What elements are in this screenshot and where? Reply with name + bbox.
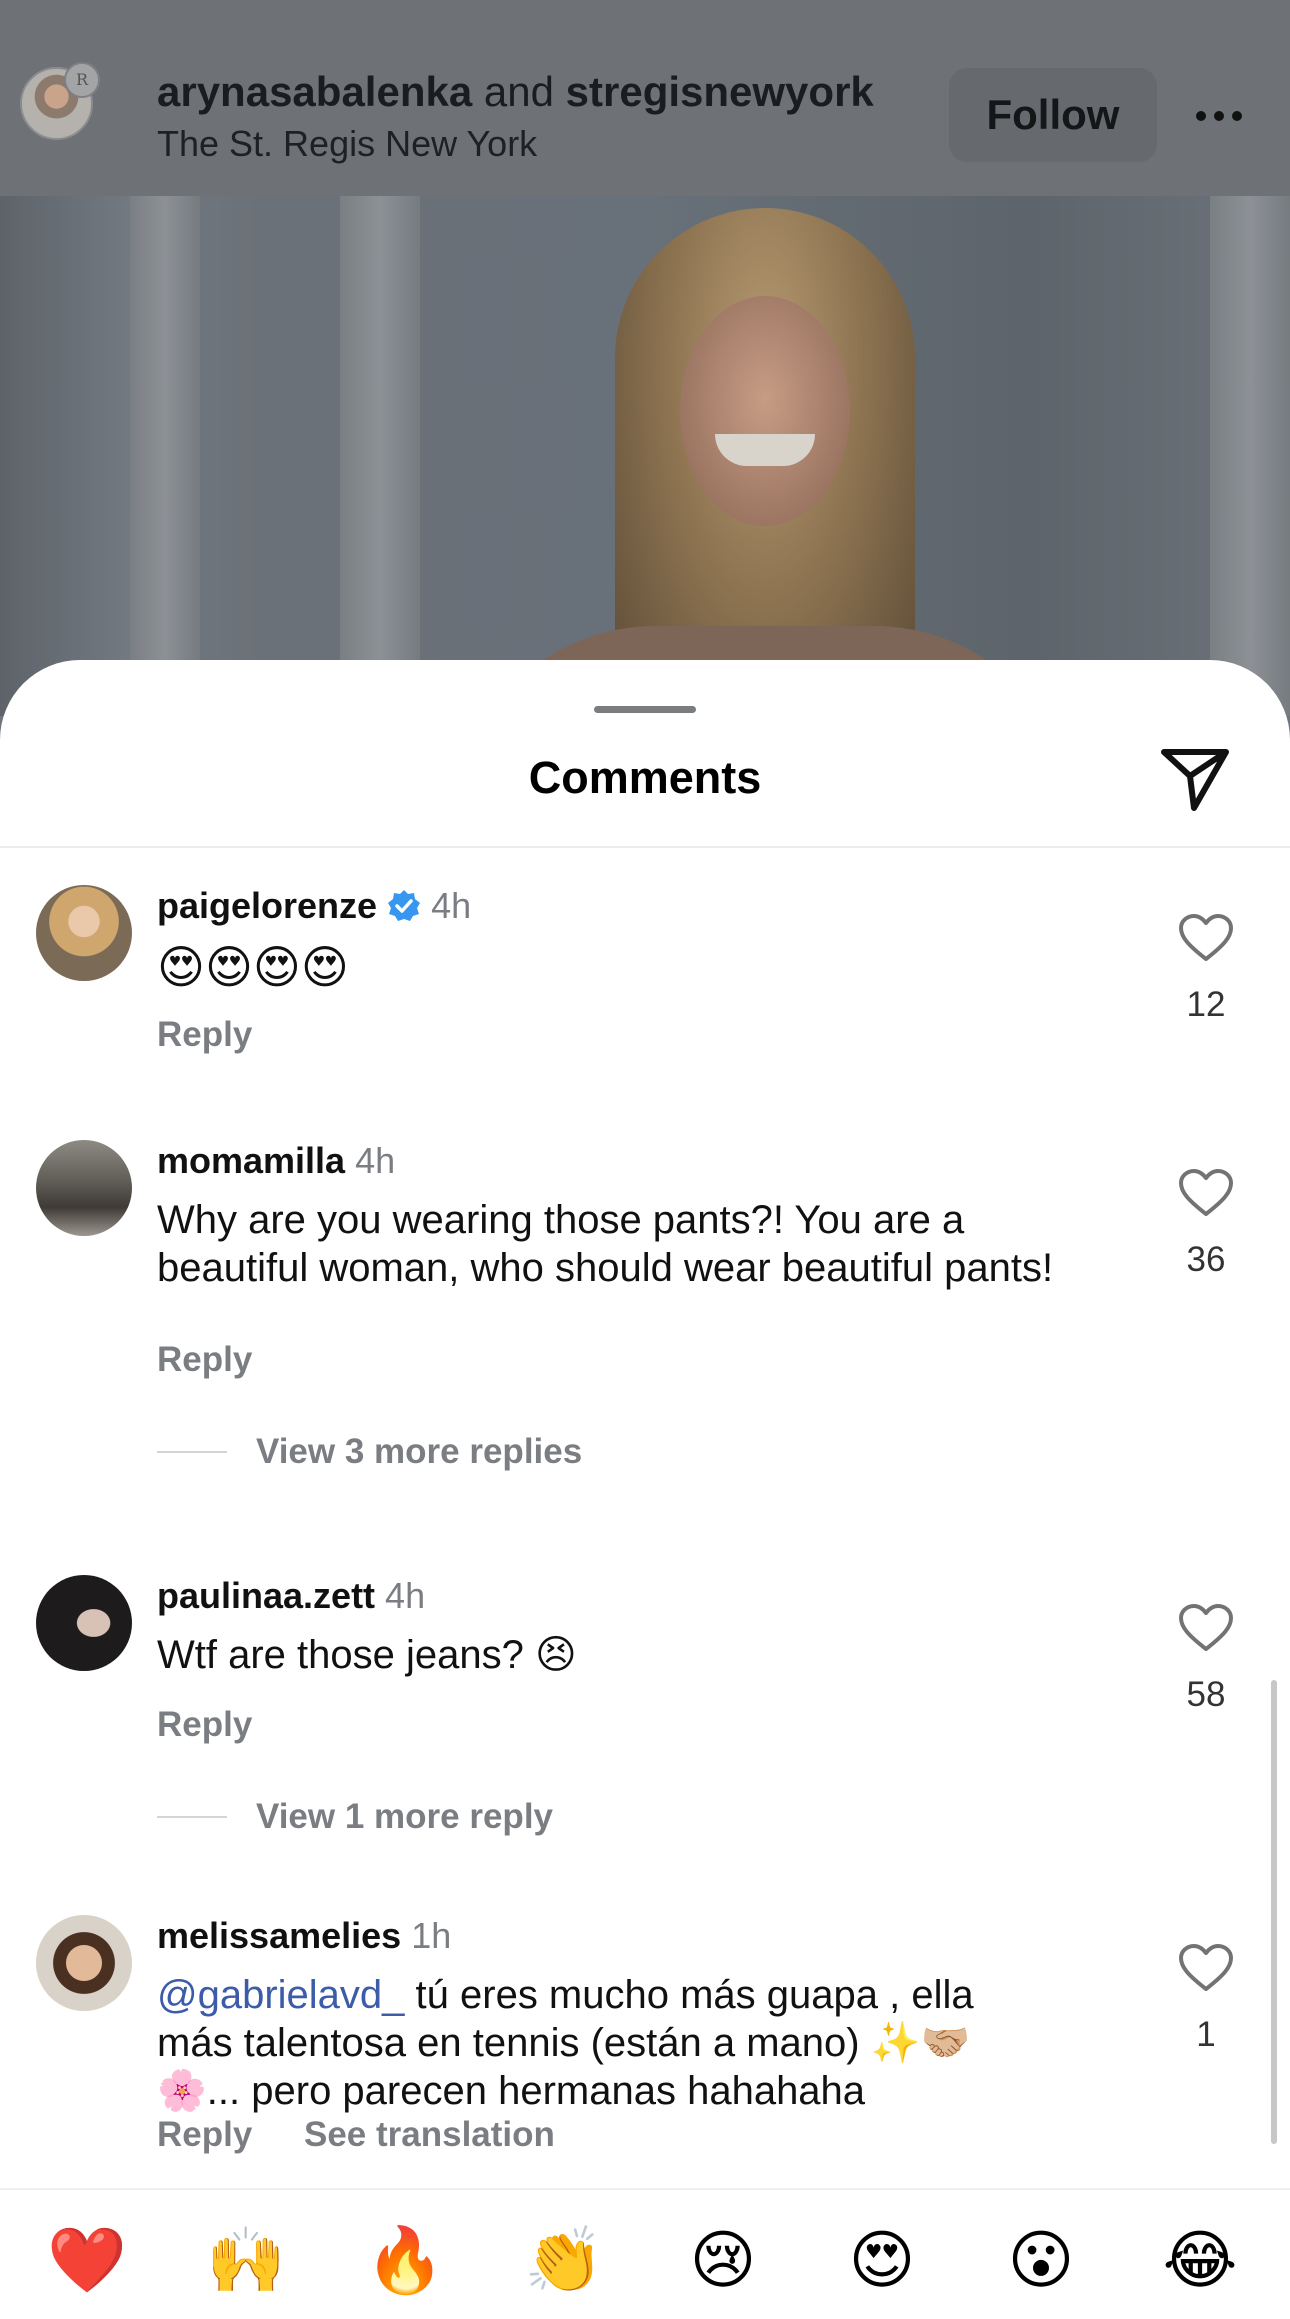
comment-username[interactable]: melissamelies — [157, 1915, 401, 1957]
emoji-crying-button[interactable]: 😢 — [678, 2216, 768, 2306]
view-more-replies[interactable]: View 1 more reply — [157, 1797, 553, 1837]
heart-icon[interactable] — [1178, 1168, 1234, 1218]
like-count: 1 — [1196, 2015, 1216, 2054]
comment-username[interactable]: momamilla — [157, 1140, 345, 1182]
more-options-icon[interactable] — [1196, 96, 1248, 136]
mention-link[interactable]: @gabrielavd_ — [157, 1973, 404, 2017]
heart-icon[interactable] — [1178, 1943, 1234, 1993]
heart-icon[interactable] — [1178, 1603, 1234, 1653]
replies-rule — [157, 1451, 227, 1453]
reply-button[interactable]: Reply — [157, 1340, 252, 1380]
comment-user-line: momamilla 4h — [157, 1140, 395, 1182]
sheet-grabber[interactable] — [594, 706, 696, 713]
view-more-replies[interactable]: View 3 more replies — [157, 1432, 582, 1472]
view-more-replies-label[interactable]: View 1 more reply — [256, 1797, 553, 1837]
comment-time: 4h — [431, 885, 472, 926]
sheet-divider — [0, 846, 1290, 848]
author-conjunction: and — [483, 68, 554, 115]
comment-item: momamilla 4h Why are you wearing those p… — [0, 1140, 1290, 1500]
comment-user-line: paulinaa.zett 4h — [157, 1575, 425, 1617]
author-username-1[interactable]: arynasabalenka — [157, 68, 472, 115]
comment-user-line: melissamelies 1h — [157, 1915, 451, 1957]
photo-subject-face — [680, 296, 850, 526]
photo-pillar — [340, 196, 420, 716]
reply-button[interactable]: Reply — [157, 1015, 252, 1055]
comment-time: 4h — [385, 1575, 426, 1616]
post-header: R arynasabalenka and stregisnewyork The … — [0, 0, 1290, 196]
post-authors[interactable]: arynasabalenka and stregisnewyork — [157, 68, 874, 116]
heart-icon[interactable] — [1178, 913, 1234, 963]
comment-time: 4h — [355, 1140, 396, 1181]
replies-rule — [157, 1816, 227, 1818]
emoji-fire-button[interactable]: 🔥 — [360, 2216, 450, 2306]
like-count: 36 — [1186, 1240, 1226, 1279]
like-count: 58 — [1186, 1675, 1226, 1714]
avatar[interactable] — [36, 1140, 132, 1236]
view-more-replies-label[interactable]: View 3 more replies — [256, 1432, 582, 1472]
sheet-title: Comments — [528, 752, 762, 803]
avatar[interactable] — [36, 1575, 132, 1671]
comment-item: paigelorenze 4h 😍😍😍😍 Reply 12 — [0, 885, 1290, 1065]
avatar[interactable] — [36, 885, 132, 981]
reply-button[interactable]: Reply — [157, 2115, 252, 2155]
see-translation-button[interactable]: See translation — [304, 2115, 555, 2155]
post-photo — [0, 196, 1290, 716]
emoji-raised-hands-button[interactable]: 🙌 — [201, 2216, 291, 2306]
scrollbar[interactable] — [1271, 1680, 1277, 2144]
avatar[interactable] — [36, 1915, 132, 2011]
comment-text: @gabrielavd_ tú eres mucho más guapa , e… — [157, 1971, 1057, 2115]
verified-badge-icon — [388, 890, 421, 921]
comment-user-line: paigelorenze 4h — [157, 885, 471, 927]
follow-button[interactable]: Follow — [949, 68, 1157, 162]
photo-pillar — [130, 196, 200, 716]
comment-text: Why are you wearing those pants?! You ar… — [157, 1198, 1054, 1290]
emoji-clap-button[interactable]: 👏 — [519, 2216, 609, 2306]
comments-sheet: Comments paigelorenze 4h 😍😍😍😍 Reply 12 m… — [0, 660, 1290, 2319]
collab-avatar[interactable]: R — [64, 62, 100, 98]
comment-time: 1h — [411, 1915, 452, 1956]
share-icon[interactable] — [1160, 746, 1230, 812]
photo-pillar — [1210, 196, 1290, 716]
like-count: 12 — [1186, 985, 1226, 1024]
comment-username[interactable]: paulinaa.zett — [157, 1575, 375, 1617]
reply-button[interactable]: Reply — [157, 1705, 252, 1745]
emoji-laughing-button[interactable]: 😂 — [1155, 2216, 1245, 2306]
comment-item: paulinaa.zett 4h Wtf are those jeans? 😣 … — [0, 1575, 1290, 1837]
post-location[interactable]: The St. Regis New York — [157, 123, 537, 165]
emoji-heart-button[interactable]: ❤️ — [42, 2216, 132, 2306]
comment-username[interactable]: paigelorenze — [157, 885, 377, 927]
emoji-reaction-bar: ❤️ 🙌 🔥 👏 😢 😍 😮 😂 — [0, 2188, 1290, 2319]
comment-item: melissamelies 1h @gabrielavd_ tú eres mu… — [0, 1915, 1290, 2155]
author-username-2[interactable]: stregisnewyork — [566, 68, 874, 115]
emoji-surprised-button[interactable]: 😮 — [996, 2216, 1086, 2306]
comment-text: Wtf are those jeans? 😣 — [157, 1633, 577, 1677]
emoji-heart-eyes-button[interactable]: 😍 — [837, 2216, 927, 2306]
comment-text: 😍😍😍😍 — [157, 941, 349, 993]
